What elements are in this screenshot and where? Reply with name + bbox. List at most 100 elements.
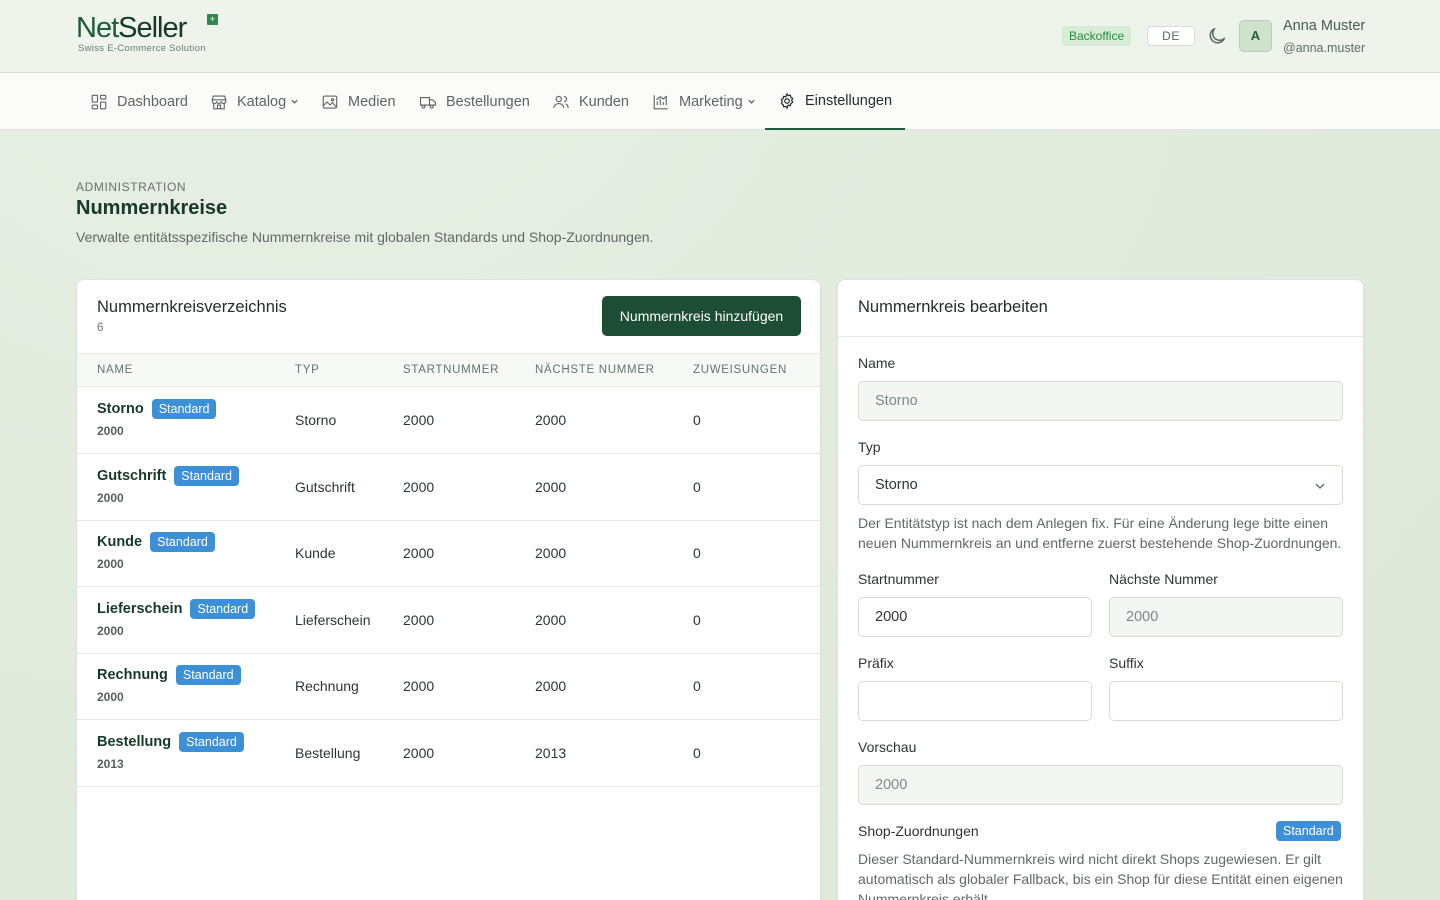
default-badge: Standard <box>174 466 240 486</box>
suffix-label: Suffix <box>1109 655 1144 671</box>
row-sub-number: 2013 <box>97 757 124 771</box>
nav-item-einstellungen[interactable]: Einstellungen <box>765 73 906 130</box>
row-start: 2000 <box>403 545 435 561</box>
preview-field: 2000 <box>858 765 1343 805</box>
type-help-text: Der Entitätstyp ist nach dem Anlegen fix… <box>858 515 1342 551</box>
nav-item-kunden[interactable]: Kunden <box>552 73 629 130</box>
row-start: 2000 <box>403 678 435 694</box>
default-badge: Standard <box>150 532 215 552</box>
nav-label: Medien <box>348 93 396 110</box>
nav-label: Dashboard <box>117 93 188 110</box>
main-navigation: Dashboard Katalog Medien Bestellungen Ku… <box>0 73 1440 130</box>
netseller-logo[interactable]: NetSeller Swiss E-Commerce Solution + <box>76 12 218 54</box>
add-number-range-button[interactable]: Nummernkreis hinzufügen <box>602 296 801 336</box>
column-header-start[interactable]: STARTNUMMER <box>403 364 499 376</box>
backoffice-badge: Backoffice <box>1062 26 1132 46</box>
row-type: Bestellung <box>295 745 361 761</box>
table-row[interactable]: Storno Standard 2000 Storno 2000 2000 0 <box>77 387 820 454</box>
nav-item-katalog[interactable]: Katalog <box>210 73 299 130</box>
default-badge: Standard <box>175 665 241 685</box>
nav-item-medien[interactable]: Medien <box>321 73 396 130</box>
row-type: Kunde <box>295 545 336 561</box>
row-name: Gutschrift Standard <box>97 466 240 486</box>
row-name-text: Bestellung <box>97 734 172 750</box>
row-start: 2000 <box>403 479 435 495</box>
prefix-field[interactable] <box>858 681 1092 721</box>
row-start: 2000 <box>403 745 435 761</box>
row-sub-number: 2000 <box>97 424 124 438</box>
row-name-text: Gutschrift <box>97 468 167 484</box>
row-next: 2000 <box>535 678 567 694</box>
avatar[interactable]: A <box>1239 20 1272 52</box>
row-name-text: Rechnung <box>97 667 168 683</box>
table-row[interactable]: Bestellung Standard 2013 Bestellung 2000… <box>77 720 820 787</box>
nav-item-bestellungen[interactable]: Bestellungen <box>419 73 530 130</box>
nav-label: Marketing <box>679 93 743 110</box>
row-assignments: 0 <box>693 412 701 428</box>
row-type: Rechnung <box>295 678 359 694</box>
list-title: Nummernkreisverzeichnis <box>97 298 287 316</box>
divider <box>838 336 1363 337</box>
nav-label: Einstellungen <box>805 92 893 109</box>
row-sub-number: 2000 <box>97 491 124 505</box>
default-badge: Standard <box>151 399 217 419</box>
gear-icon <box>780 92 794 109</box>
nav-label: Kunden <box>579 93 629 110</box>
next-number-label: Nächste Nummer <box>1109 571 1218 587</box>
default-badge: Standard <box>1276 821 1341 841</box>
column-header-assignments[interactable]: ZUWEISUNGEN <box>693 364 787 376</box>
name-field[interactable]: Storno <box>858 381 1343 421</box>
row-next: 2000 <box>535 545 567 561</box>
top-bar: NetSeller Swiss E-Commerce Solution + Ba… <box>0 0 1440 73</box>
nav-label: Bestellungen <box>446 93 530 110</box>
prefix-label: Präfix <box>858 655 894 671</box>
column-header-next[interactable]: NÄCHSTE NUMMER <box>535 364 655 376</box>
start-number-field[interactable]: 2000 <box>858 597 1092 637</box>
row-name: Kunde Standard <box>97 532 215 552</box>
column-header-type[interactable]: TYP <box>295 364 319 376</box>
type-select[interactable]: Storno <box>858 465 1343 505</box>
row-start: 2000 <box>403 412 435 428</box>
users-icon <box>553 95 569 108</box>
chevron-down-icon <box>1315 483 1325 489</box>
suffix-field[interactable] <box>1109 681 1343 721</box>
nav-item-dashboard[interactable]: Dashboard <box>90 73 188 130</box>
row-type: Storno <box>295 412 337 428</box>
page-description: Verwalte entitätsspezifische Nummernkrei… <box>76 229 654 245</box>
type-label: Typ <box>858 439 881 455</box>
default-badge: Standard <box>190 599 256 619</box>
nav-item-marketing[interactable]: Marketing <box>652 73 756 130</box>
row-assignments: 0 <box>693 479 701 495</box>
row-name: Bestellung Standard <box>97 732 244 752</box>
chart-icon <box>653 94 668 109</box>
default-badge: Standard <box>179 732 244 752</box>
next-number-field[interactable]: 2000 <box>1109 597 1343 637</box>
logo-seller: Seller <box>118 12 187 44</box>
page-title: Nummernkreise <box>76 197 228 219</box>
chevron-down-icon <box>748 99 755 104</box>
row-assignments: 0 <box>693 678 701 694</box>
table-row[interactable]: Lieferschein Standard 2000 Lieferschein … <box>77 587 820 654</box>
row-name: Lieferschein Standard <box>97 599 256 619</box>
shop-assignments-label: Shop-Zuordnungen <box>858 823 979 839</box>
logo-tagline: Swiss E-Commerce Solution <box>78 43 206 54</box>
row-next: 2013 <box>535 745 567 761</box>
preview-label: Vorschau <box>858 739 917 755</box>
row-name-text: Storno <box>97 401 144 417</box>
table-row[interactable]: Kunde Standard 2000 Kunde 2000 2000 0 <box>77 520 820 587</box>
table-row[interactable]: Rechnung Standard 2000 Rechnung 2000 200… <box>77 653 820 720</box>
row-next: 2000 <box>535 479 567 495</box>
language-switch-button[interactable]: DE <box>1147 26 1195 46</box>
dark-mode-toggle[interactable] <box>1206 25 1228 47</box>
list-count: 6 <box>97 322 104 334</box>
logo-wordmark: NetSeller <box>76 12 206 44</box>
edit-number-range-card: Nummernkreis bearbeiten Name Storno Typ … <box>837 279 1364 900</box>
row-name-text: Kunde <box>97 534 143 550</box>
start-number-label: Startnummer <box>858 571 939 587</box>
chevron-down-icon <box>291 99 298 104</box>
row-name: Rechnung Standard <box>97 665 241 685</box>
table-row[interactable]: Gutschrift Standard 2000 Gutschrift 2000… <box>77 454 820 521</box>
column-header-name[interactable]: NAME <box>97 364 133 376</box>
nav-label: Katalog <box>237 93 287 110</box>
dashboard-icon <box>91 94 107 109</box>
